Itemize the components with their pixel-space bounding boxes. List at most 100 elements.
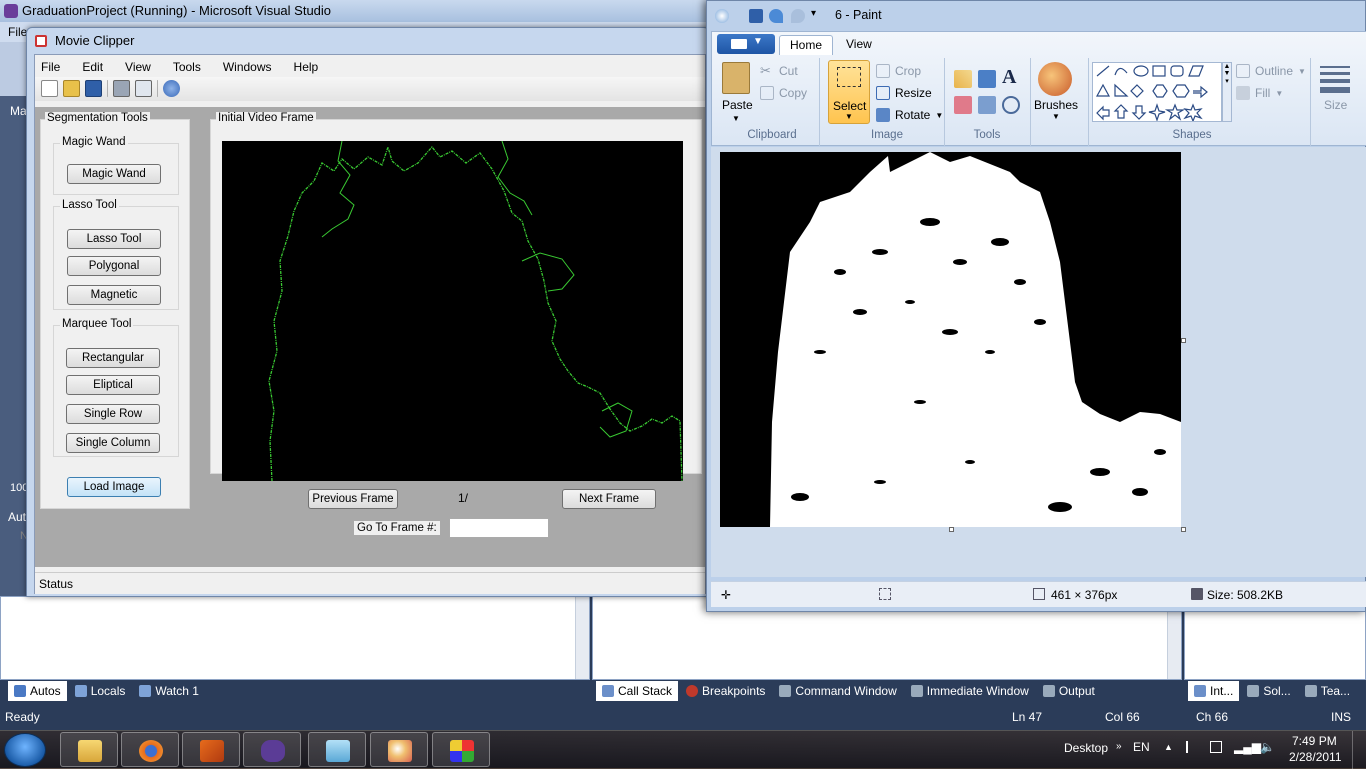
cursor-position-icon: ✛ [721, 588, 732, 602]
brushes-label[interactable]: Brushes [1034, 98, 1078, 112]
tab-command-window[interactable]: Command Window [773, 681, 902, 701]
taskbar-firefox[interactable] [121, 732, 179, 767]
resize-handle[interactable] [1181, 527, 1186, 532]
load-image-button[interactable]: Load Image [67, 477, 161, 497]
paint-canvas[interactable] [720, 152, 1181, 527]
taskbar-visual-studio[interactable] [243, 732, 301, 767]
goto-frame-input[interactable] [449, 518, 549, 538]
scrollbar[interactable] [575, 597, 589, 679]
clock-date[interactable]: 2/28/2011 [1289, 750, 1342, 764]
tab-view[interactable]: View [836, 35, 882, 55]
print-preview-icon[interactable] [135, 80, 152, 97]
print-icon[interactable] [113, 80, 130, 97]
magnetic-button[interactable]: Magnetic [67, 285, 161, 305]
tab-locals[interactable]: Locals [69, 681, 132, 701]
ribbon-separator [819, 58, 820, 146]
clock-time[interactable]: 7:49 PM [1292, 734, 1337, 748]
size-label[interactable]: Size [1324, 98, 1347, 112]
quick-access-dropdown-icon[interactable]: ▾ [811, 8, 816, 19]
crop-icon [876, 64, 890, 78]
redo-icon[interactable] [791, 9, 805, 23]
paint-menu-button[interactable]: ▼ [717, 34, 775, 54]
tab-immediate-window[interactable]: Immediate Window [905, 681, 1035, 701]
menu-help[interactable]: Help [294, 60, 319, 77]
eliptical-button[interactable]: Eliptical [66, 375, 160, 395]
desktop-toolbar[interactable]: Desktop [1064, 741, 1108, 755]
tab-output[interactable]: Output [1037, 681, 1101, 701]
magnifier-icon[interactable] [1002, 96, 1020, 114]
text-icon[interactable]: A [1002, 66, 1016, 89]
single-column-button[interactable]: Single Column [66, 433, 160, 453]
shapes-scroll[interactable]: ▲ ▼ ▾ [1222, 62, 1232, 122]
device-icon[interactable] [1210, 741, 1222, 753]
vs-menu-file[interactable]: File [8, 25, 27, 39]
language-indicator[interactable]: EN [1133, 740, 1150, 754]
paste-label[interactable]: Paste [722, 98, 753, 112]
new-icon[interactable] [41, 80, 58, 97]
tab-autos[interactable]: Autos [8, 681, 67, 701]
shapes-gallery[interactable] [1092, 62, 1222, 123]
chevron-down-icon[interactable]: ▼ [1052, 112, 1060, 121]
rectangular-button[interactable]: Rectangular [66, 348, 160, 368]
tab-call-stack[interactable]: Call Stack [596, 681, 679, 701]
fill-button[interactable]: Fill ▼ [1236, 86, 1283, 100]
resize-handle[interactable] [1181, 338, 1186, 343]
undo-icon[interactable] [769, 9, 783, 23]
tab-intellitrace[interactable]: Int... [1188, 681, 1240, 701]
tab-watch[interactable]: Watch 1 [133, 681, 205, 701]
open-icon[interactable] [63, 80, 80, 97]
copy-button[interactable]: Copy [760, 86, 807, 100]
crop-button[interactable]: Crop [876, 64, 921, 78]
lasso-tool-button[interactable]: Lasso Tool [67, 229, 161, 249]
show-desktop-button[interactable] [1352, 731, 1366, 769]
menu-view[interactable]: View [125, 60, 151, 77]
eraser-icon[interactable] [954, 96, 972, 114]
cut-button[interactable]: ✂ Cut [760, 64, 798, 79]
pencil-icon[interactable] [954, 70, 972, 88]
color-picker-icon[interactable] [978, 96, 996, 114]
save-icon[interactable] [85, 80, 102, 97]
rotate-button[interactable]: Rotate ▼ [876, 108, 943, 122]
next-frame-button[interactable]: Next Frame [562, 489, 656, 509]
start-button[interactable] [4, 733, 46, 767]
action-center-icon[interactable] [1186, 741, 1198, 753]
resize-handle[interactable] [949, 527, 954, 532]
polygonal-button[interactable]: Polygonal [67, 256, 161, 276]
paste-dropdown-icon[interactable]: ▼ [732, 114, 740, 123]
select-button[interactable]: Select ▼ [828, 60, 870, 124]
brushes-icon[interactable] [1038, 62, 1072, 96]
tab-home[interactable]: Home [779, 35, 834, 55]
volume-icon[interactable]: 🔈 [1260, 740, 1275, 754]
paint-title: 6 - Paint [835, 8, 882, 22]
globe-icon[interactable] [163, 80, 180, 97]
network-icon[interactable]: ▂▄▆ [1234, 740, 1261, 754]
menu-tools[interactable]: Tools [173, 60, 201, 77]
menu-edit[interactable]: Edit [82, 60, 103, 77]
save-icon[interactable] [749, 9, 763, 23]
single-row-button[interactable]: Single Row [66, 404, 160, 424]
previous-frame-button[interactable]: Previous Frame [308, 489, 398, 509]
desktop-chevron-icon[interactable]: » [1116, 741, 1122, 752]
resize-button[interactable]: Resize [876, 86, 932, 100]
size-icon[interactable] [1320, 64, 1350, 94]
tab-breakpoints[interactable]: Breakpoints [680, 681, 771, 701]
tab-solution[interactable]: Sol... [1241, 681, 1296, 701]
menu-file[interactable]: File [41, 60, 60, 77]
paint-title-bar[interactable]: ▾ 6 - Paint [707, 1, 1365, 31]
taskbar-color-app[interactable] [432, 732, 490, 767]
magic-wand-button[interactable]: Magic Wand [67, 164, 161, 184]
taskbar-notepad[interactable] [308, 732, 366, 767]
taskbar-matlab[interactable] [182, 732, 240, 767]
tab-team[interactable]: Tea... [1299, 681, 1356, 701]
outline-button[interactable]: Outline ▼ [1236, 64, 1306, 78]
tab-label: Output [1058, 684, 1095, 698]
taskbar-explorer[interactable] [60, 732, 118, 767]
paste-icon[interactable] [722, 62, 750, 94]
menu-windows[interactable]: Windows [223, 60, 272, 77]
taskbar-paint[interactable] [370, 732, 428, 767]
resize-icon [876, 86, 890, 100]
fill-bucket-icon[interactable] [978, 70, 996, 88]
mc-title-bar[interactable]: Movie Clipper [27, 28, 709, 54]
show-hidden-icons-icon[interactable]: ▲ [1164, 742, 1173, 752]
firefox-icon [139, 740, 163, 762]
